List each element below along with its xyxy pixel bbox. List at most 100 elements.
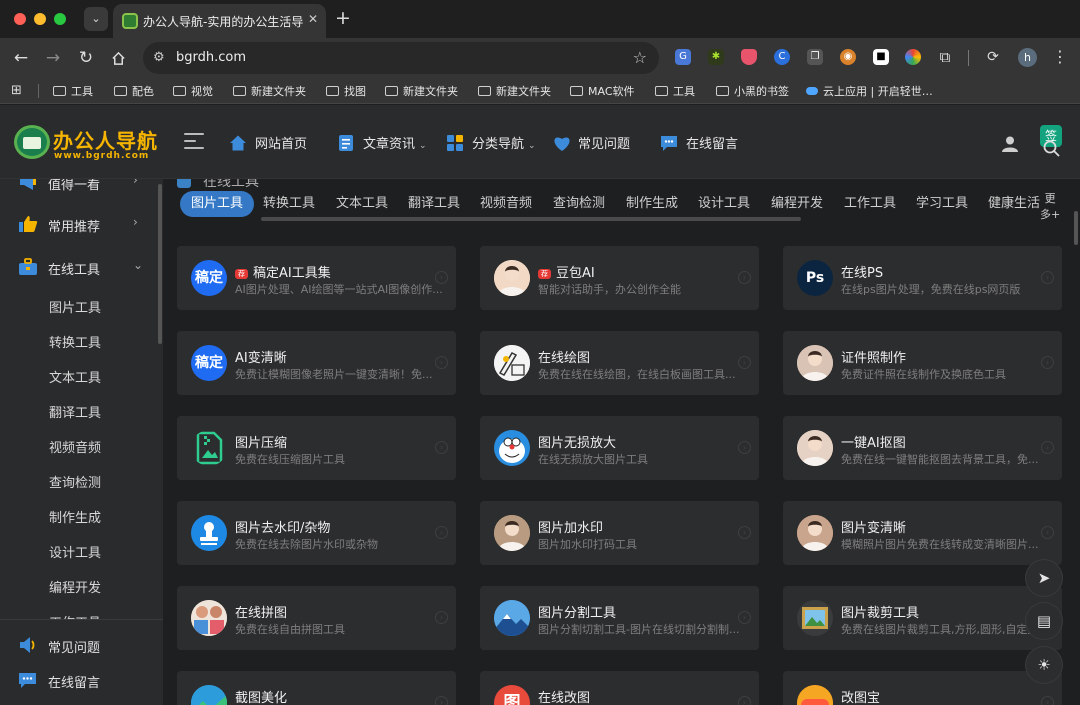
bookmark-item[interactable]: 找图 — [326, 83, 366, 99]
sidebar-subitem[interactable]: 视频音频 — [49, 437, 101, 456]
sidebar-item[interactable]: 常用推荐 › — [0, 209, 155, 239]
bookmark-item[interactable]: MAC软件 — [570, 83, 635, 99]
bookmark-item[interactable]: 配色 — [114, 83, 154, 99]
tool-card[interactable]: 图片裁剪工具免费在线图片裁剪工具,方形,圆形,自定义...› — [783, 586, 1062, 650]
sidebar-subitem[interactable]: 查询检测 — [49, 472, 101, 491]
category-tab[interactable]: 学习工具 — [916, 191, 968, 217]
site-logo-title[interactable]: 办公人导航 — [53, 125, 158, 154]
window-minimize-button[interactable] — [34, 13, 46, 25]
tool-card[interactable]: 图片压缩 免费在线压缩图片工具 › — [177, 416, 456, 480]
tool-card[interactable]: 图 在线改图 › — [480, 671, 759, 705]
category-tab[interactable]: 设计工具 — [698, 191, 750, 217]
category-tab[interactable]: 制作生成 — [626, 191, 678, 217]
tool-card[interactable]: 证件照制作 免费证件照在线制作及换底色工具 › — [783, 331, 1062, 395]
tool-card[interactable]: 稿定 AI变清晰 免费让模糊图像老照片一键变清晰！免... › — [177, 331, 456, 395]
bookmark-item[interactable]: 云上应用 | 开启轻世… — [806, 83, 933, 99]
performance-icon[interactable]: ⟳ — [985, 49, 1001, 65]
sidebar-subitem[interactable]: 编程开发 — [49, 577, 101, 596]
sidebar-subitem[interactable]: 转换工具 — [49, 332, 101, 351]
color-picker-extension-icon[interactable] — [905, 49, 921, 65]
chevron-right-icon[interactable]: › — [1041, 271, 1054, 284]
user-icon[interactable] — [1001, 135, 1019, 153]
tool-card[interactable]: 图片加水印 图片加水印打码工具 › — [480, 501, 759, 565]
back-button[interactable]: ← — [9, 46, 33, 70]
chevron-right-icon[interactable]: › — [738, 696, 751, 705]
bug-extension-icon[interactable]: ✱ — [708, 49, 724, 65]
category-tab[interactable]: 图片工具 — [180, 191, 255, 217]
category-tab[interactable]: 转换工具 — [263, 191, 315, 217]
translate-extension-icon[interactable]: G — [675, 49, 691, 65]
search-icon[interactable] — [1043, 140, 1060, 157]
category-tab[interactable]: 工作工具 — [844, 191, 896, 217]
bookmark-item[interactable]: 新建文件夹 — [478, 83, 551, 99]
category-tab[interactable]: 健康生活 — [988, 191, 1040, 217]
address-bar[interactable]: ⚙ bgrdh.com ☆ — [143, 42, 659, 74]
chevron-right-icon[interactable]: › — [1041, 441, 1054, 454]
page-scrollbar[interactable] — [1074, 211, 1078, 245]
calculator-button[interactable]: ▤ — [1026, 603, 1062, 639]
sidebar-footer-item[interactable]: 在线留言 — [0, 665, 155, 695]
browser-tab-active[interactable]: 办公人导航-实用的办公生活导航 ✕ — [113, 4, 326, 38]
sidebar-subitem[interactable]: 图片工具 — [49, 297, 101, 316]
category-tab[interactable]: 视频音频 — [480, 191, 532, 217]
sidebar-subitem[interactable]: 文本工具 — [49, 367, 101, 386]
bookmark-star-icon[interactable]: ☆ — [633, 48, 647, 67]
sidebar-item[interactable]: 值得一看 › — [0, 179, 155, 197]
bookmark-item[interactable]: 工具 — [53, 83, 93, 99]
category-tab[interactable]: 翻译工具 — [408, 191, 460, 217]
chevron-right-icon[interactable]: › — [738, 441, 751, 454]
square-extension-icon[interactable]: ■ — [873, 49, 889, 65]
category-tab[interactable]: 编程开发 — [771, 191, 823, 217]
forward-button[interactable]: → — [41, 46, 65, 70]
header-nav-item[interactable]: 在线留言 — [660, 133, 738, 152]
tool-card[interactable]: 在线绘图 免费在线在线绘图，在线白板画图工具... › — [480, 331, 759, 395]
theme-toggle-button[interactable]: ☀ — [1026, 647, 1062, 683]
more-tabs-button[interactable]: 更 多+ — [1040, 191, 1060, 223]
tool-card[interactable]: 一键AI抠图 免费在线一键智能抠图去背景工具，免... › — [783, 416, 1062, 480]
chevron-right-icon[interactable]: › — [738, 611, 751, 624]
tool-card[interactable]: Ps 在线PS 在线ps图片处理，免费在线ps网页版 › — [783, 246, 1062, 310]
tool-card[interactable]: 图片变清晰 模糊照片图片免费在线转成变清晰图片... › — [783, 501, 1062, 565]
chevron-right-icon[interactable]: › — [435, 526, 448, 539]
home-button[interactable] — [106, 46, 130, 70]
sidebar-subitem[interactable]: 制作生成 — [49, 507, 101, 526]
browser-menu-icon[interactable]: ⋮ — [1052, 47, 1068, 66]
new-tab-button[interactable]: + — [335, 7, 351, 29]
back-to-top-button[interactable]: ➤ — [1026, 560, 1062, 596]
sidebar-subitem[interactable]: 翻译工具 — [49, 402, 101, 421]
site-logo-icon[interactable] — [14, 125, 50, 159]
chevron-right-icon[interactable]: › — [435, 611, 448, 624]
tab-close-icon[interactable]: ✕ — [308, 12, 318, 26]
sidebar-scrollbar[interactable] — [158, 184, 162, 344]
chevron-right-icon[interactable]: › — [1041, 696, 1054, 705]
header-nav-item[interactable]: 文章资讯 ⌄ — [337, 133, 427, 152]
chevron-right-icon[interactable]: › — [1041, 356, 1054, 369]
category-tab[interactable]: 查询检测 — [553, 191, 605, 217]
tab-search-button[interactable]: ⌄ — [84, 7, 108, 31]
chevron-right-icon[interactable]: › — [738, 526, 751, 539]
chevron-right-icon[interactable]: › — [435, 356, 448, 369]
tool-card[interactable]: 稿定荐稿定AI工具集 AI图片处理、AI绘图等一站式AI图像创作... › — [177, 246, 456, 310]
chevron-right-icon[interactable]: › — [738, 271, 751, 284]
bookmark-item[interactable]: 新建文件夹 — [233, 83, 306, 99]
tool-card[interactable]: 图片分割工具 图片分割切割工具-图片在线切割分割制... › — [480, 586, 759, 650]
sidebar-subitem[interactable]: 设计工具 — [49, 542, 101, 561]
chevron-right-icon[interactable]: › — [435, 441, 448, 454]
apps-grid-icon[interactable]: ⊞ — [11, 83, 22, 98]
copy-extension-icon[interactable]: ❐ — [807, 49, 823, 65]
profile-avatar[interactable]: h — [1018, 48, 1037, 67]
tool-card[interactable]: 改图宝 › — [783, 671, 1062, 705]
circle-extension-icon[interactable]: C — [774, 49, 790, 65]
bookmark-item[interactable]: 新建文件夹 — [385, 83, 458, 99]
menu-toggle-icon[interactable] — [184, 133, 204, 154]
bookmark-item[interactable]: 工具 — [655, 83, 695, 99]
site-info-icon[interactable]: ⚙ — [153, 50, 165, 65]
header-nav-item[interactable]: 常见问题 — [552, 133, 630, 152]
window-close-button[interactable] — [14, 13, 26, 25]
extensions-puzzle-icon[interactable]: ⧉ — [937, 49, 953, 65]
header-nav-item[interactable]: 网站首页 — [229, 133, 307, 152]
tool-card[interactable]: 图片无损放大 在线无损放大图片工具 › — [480, 416, 759, 480]
tool-card[interactable]: 在线拼图 免费在线自由拼图工具 › — [177, 586, 456, 650]
orange-extension-icon[interactable]: ◉ — [840, 49, 856, 65]
tool-card[interactable]: 截图美化 › — [177, 671, 456, 705]
